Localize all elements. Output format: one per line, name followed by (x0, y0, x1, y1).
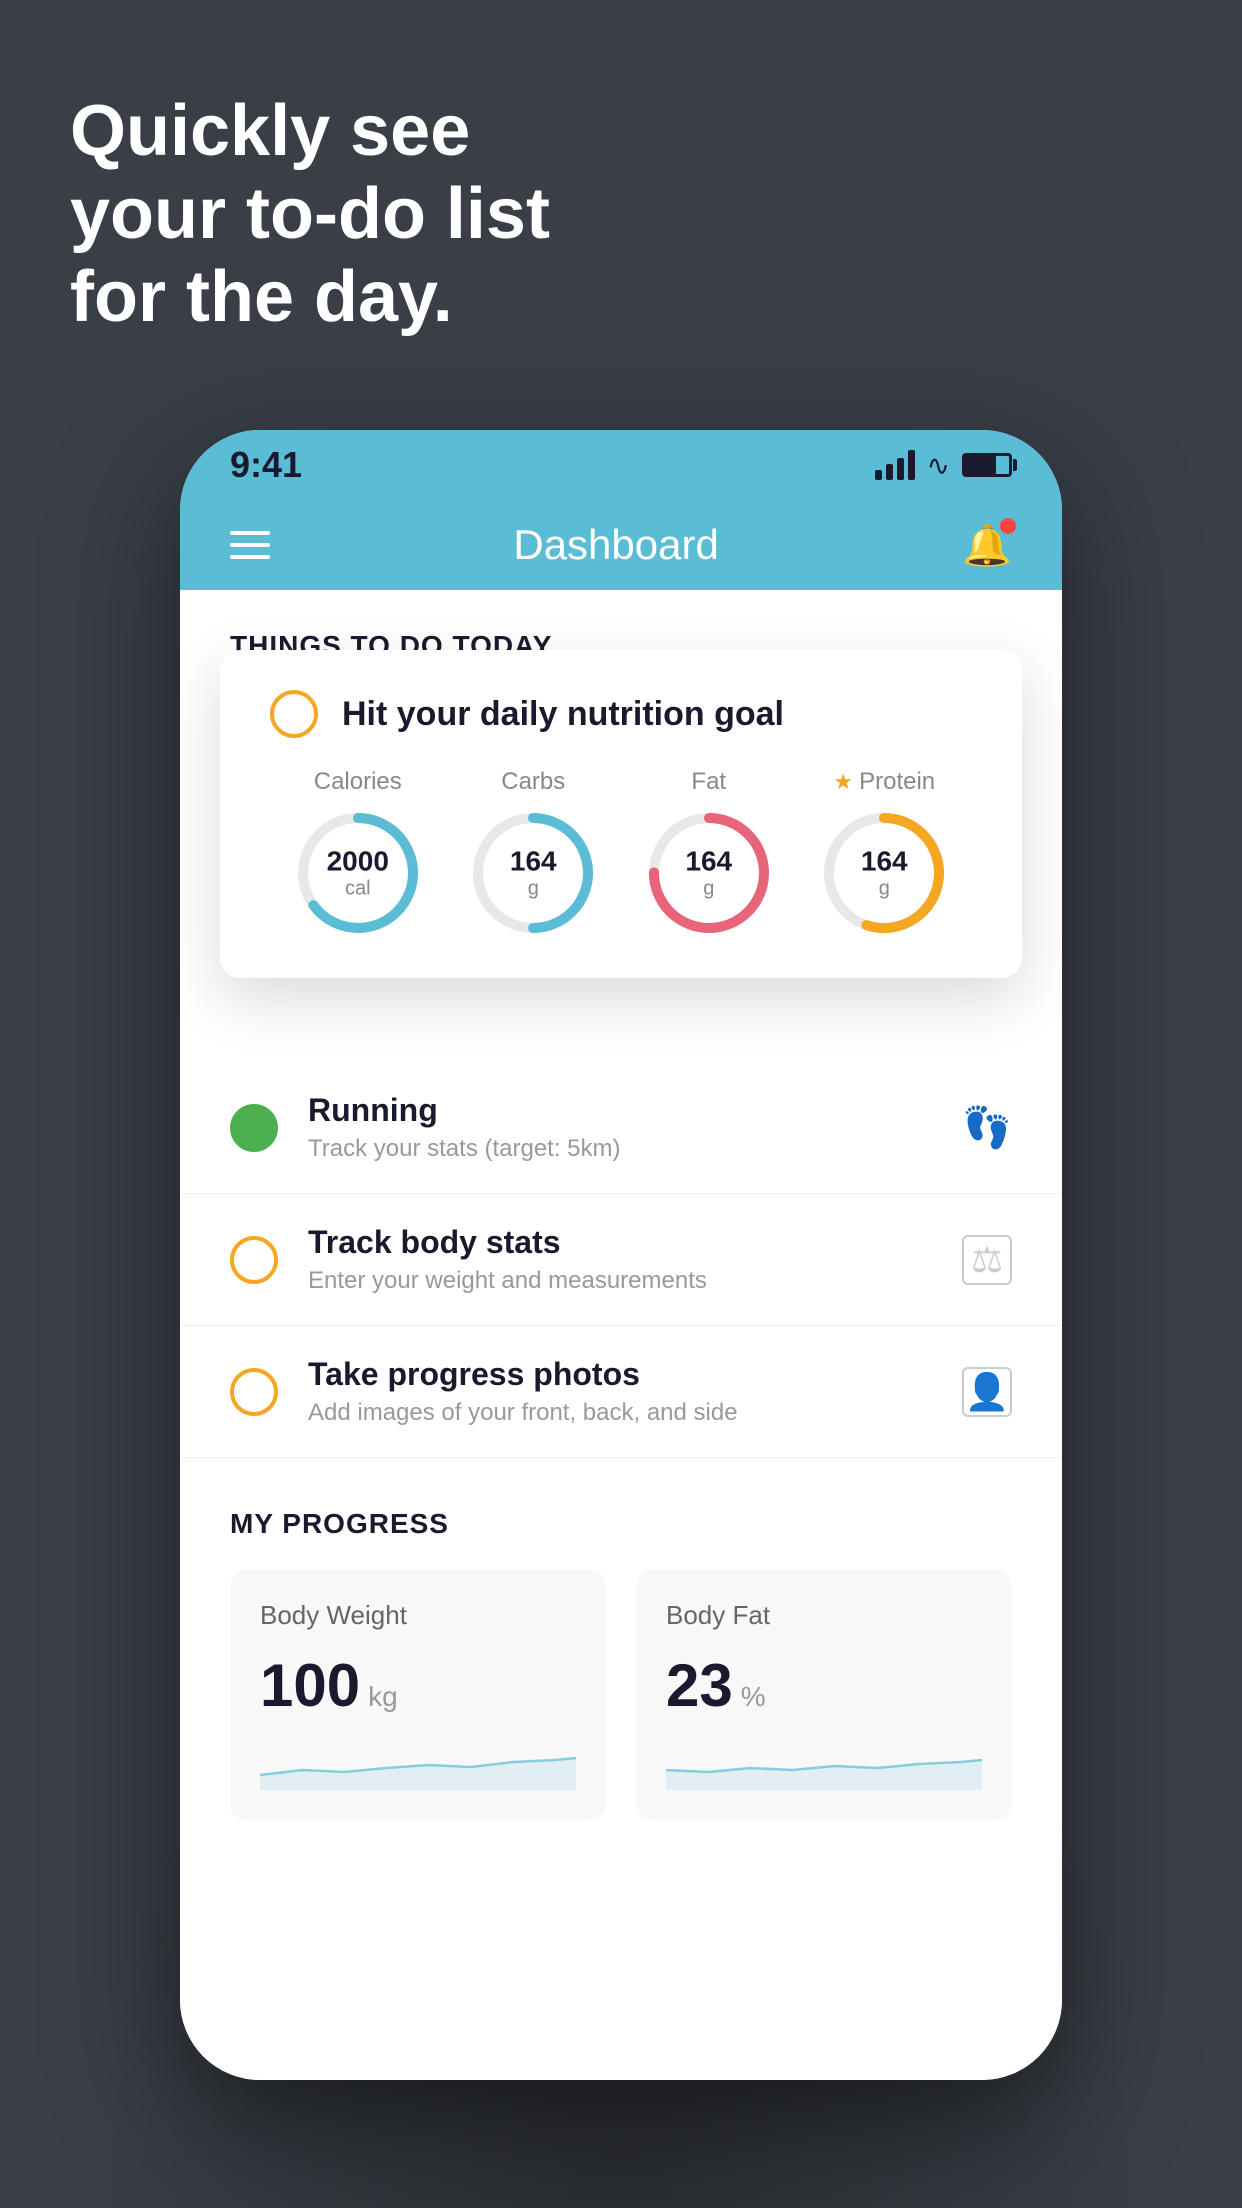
protein-circle: 164 g (819, 808, 949, 938)
protein-value: 164 (861, 846, 908, 878)
signal-icon (875, 450, 915, 480)
todo-list: Running Track your stats (target: 5km) 👣… (180, 1062, 1062, 1458)
star-icon: ★ (833, 769, 853, 795)
running-todo-item[interactable]: Running Track your stats (target: 5km) 👣 (180, 1062, 1062, 1194)
progress-cards: Body Weight 100 kg Body Fat (230, 1570, 1012, 1820)
photos-checkbox[interactable] (230, 1368, 278, 1416)
phone-content: THINGS TO DO TODAY Hit your daily nutrit… (180, 590, 1062, 2080)
protein-label: ★ Protein (833, 768, 935, 796)
nutrition-card: Hit your daily nutrition goal Calories (220, 650, 1022, 978)
wifi-icon: ∿ (927, 449, 950, 482)
status-bar: 9:41 ∿ (180, 430, 1062, 500)
body-fat-unit: % (741, 1681, 766, 1713)
running-content: Running Track your stats (target: 5km) (308, 1092, 932, 1163)
battery-icon (962, 453, 1012, 477)
nav-title: Dashboard (513, 521, 718, 569)
status-icons: ∿ (875, 449, 1012, 482)
running-icon: 👣 (962, 1104, 1012, 1151)
body-weight-card: Body Weight 100 kg (230, 1570, 606, 1820)
body-fat-card: Body Fat 23 % (636, 1570, 1012, 1820)
nav-bar: Dashboard 🔔 (180, 500, 1062, 590)
nutrition-row: Calories 2000 cal (270, 768, 972, 938)
body-fat-number: 23 (666, 1651, 733, 1720)
body-stats-title: Track body stats (308, 1224, 932, 1261)
body-weight-value-row: 100 kg (260, 1651, 576, 1720)
carbs-unit: g (510, 878, 557, 901)
carbs-label: Carbs (501, 768, 565, 796)
fat-unit: g (685, 878, 732, 901)
person-icon: 👤 (962, 1367, 1012, 1417)
notification-dot (1000, 518, 1016, 534)
scale-icon: ⚖ (962, 1235, 1012, 1285)
running-title: Running (308, 1092, 932, 1129)
calories-circle: 2000 cal (293, 808, 423, 938)
hero-line3: for the day. (70, 256, 550, 339)
fat-label: Fat (691, 768, 726, 796)
body-weight-unit: kg (368, 1681, 398, 1713)
progress-section-title: MY PROGRESS (230, 1508, 1012, 1540)
carbs-circle: 164 g (468, 808, 598, 938)
menu-button[interactable] (230, 531, 270, 559)
protein-unit: g (861, 878, 908, 901)
body-weight-title: Body Weight (260, 1600, 576, 1631)
fat-item: Fat 164 g (644, 768, 774, 938)
calories-value: 2000 (327, 846, 389, 878)
photos-subtitle: Add images of your front, back, and side (308, 1399, 932, 1427)
body-fat-value-row: 23 % (666, 1651, 982, 1720)
body-weight-number: 100 (260, 1651, 360, 1720)
progress-section: MY PROGRESS Body Weight 100 kg (180, 1458, 1062, 1820)
card-header: Hit your daily nutrition goal (270, 690, 972, 738)
fat-circle: 164 g (644, 808, 774, 938)
running-checkbox[interactable] (230, 1104, 278, 1152)
carbs-item: Carbs 164 g (468, 768, 598, 938)
photos-title: Take progress photos (308, 1356, 932, 1393)
calories-label: Calories (314, 768, 402, 796)
nutrition-checkbox[interactable] (270, 690, 318, 738)
body-stats-content: Track body stats Enter your weight and m… (308, 1224, 932, 1295)
body-weight-chart (260, 1740, 576, 1790)
running-subtitle: Track your stats (target: 5km) (308, 1135, 932, 1163)
protein-item: ★ Protein 164 g (819, 768, 949, 938)
notification-bell-button[interactable]: 🔔 (962, 522, 1012, 569)
body-stats-checkbox[interactable] (230, 1236, 278, 1284)
carbs-value: 164 (510, 846, 557, 878)
hero-line1: Quickly see (70, 90, 550, 173)
body-stats-todo-item[interactable]: Track body stats Enter your weight and m… (180, 1194, 1062, 1326)
fat-value: 164 (685, 846, 732, 878)
nutrition-card-title: Hit your daily nutrition goal (342, 695, 784, 734)
progress-photos-todo-item[interactable]: Take progress photos Add images of your … (180, 1326, 1062, 1458)
calories-unit: cal (327, 878, 389, 901)
status-time: 9:41 (230, 444, 302, 486)
photos-content: Take progress photos Add images of your … (308, 1356, 932, 1427)
hero-line2: your to-do list (70, 173, 550, 256)
calories-item: Calories 2000 cal (293, 768, 423, 938)
body-fat-title: Body Fat (666, 1600, 982, 1631)
phone-mockup: 9:41 ∿ Dashboard 🔔 THINGS TO (180, 430, 1062, 2080)
body-fat-chart (666, 1740, 982, 1790)
body-stats-subtitle: Enter your weight and measurements (308, 1267, 932, 1295)
hero-text: Quickly see your to-do list for the day. (70, 90, 550, 338)
